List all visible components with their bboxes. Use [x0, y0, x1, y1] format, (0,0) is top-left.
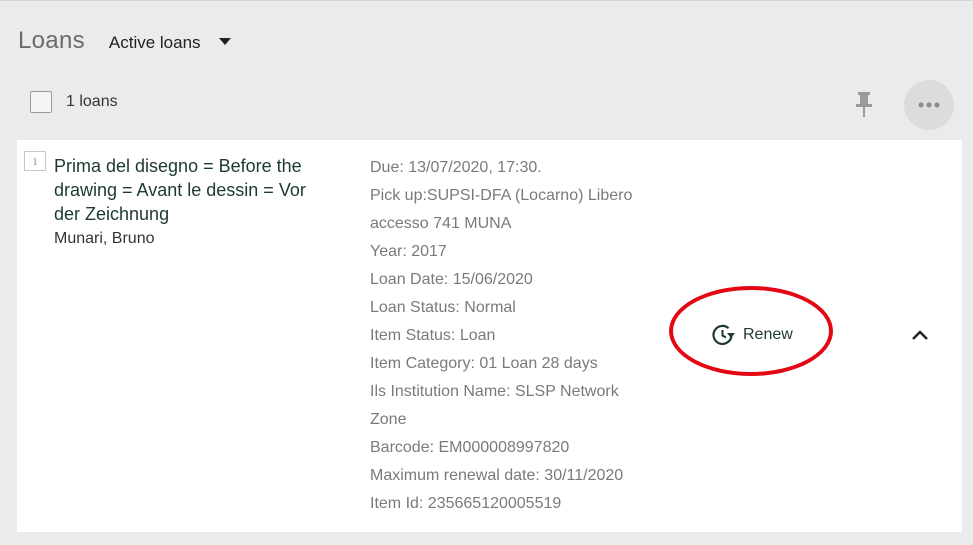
detail-year: Year: 2017	[370, 243, 447, 260]
pin-icon[interactable]	[853, 91, 875, 119]
detail-institution: Ils Institution Name: SLSP Network Zone	[370, 383, 619, 428]
loans-page: Loans Active loans 1 loans 1 Prima del d…	[0, 0, 973, 545]
page-header: Loans Active loans	[18, 27, 231, 55]
more-actions-button[interactable]	[904, 80, 954, 130]
loan-card: 1 Prima del disegno = Before the drawing…	[17, 140, 962, 532]
detail-due: Due: 13/07/2020, 17:30.	[370, 159, 542, 176]
item-index: 1	[24, 151, 46, 171]
detail-barcode: Barcode: EM000008997820	[370, 439, 570, 456]
renew-clock-icon	[712, 324, 735, 345]
loan-title-link[interactable]: Prima del disegno = Before the drawing =…	[54, 154, 329, 226]
detail-item-status: Item Status: Loan	[370, 327, 496, 344]
loans-count: 1 loans	[66, 93, 118, 110]
loan-author: Munari, Bruno	[54, 230, 155, 247]
renew-button[interactable]: Renew	[711, 323, 793, 347]
loan-filter-dropdown[interactable]: Active loans	[109, 33, 231, 53]
detail-item-category: Item Category: 01 Loan 28 days	[370, 355, 598, 372]
filter-label: Active loans	[108, 33, 201, 52]
detail-pickup: Pick up:SUPSI-DFA (Locarno) Libero acces…	[370, 187, 633, 232]
list-toolbar: 1 loans	[30, 91, 118, 113]
renew-label: Renew	[743, 326, 793, 343]
detail-max-renewal: Maximum renewal date: 30/11/2020	[370, 467, 624, 484]
detail-item-id: Item Id: 235665120005519	[370, 495, 562, 512]
detail-loan-status: Loan Status: Normal	[370, 299, 516, 316]
page-title: Loans	[18, 27, 85, 54]
loan-details: Due: 13/07/2020, 17:30. Pick up:SUPSI-DF…	[370, 154, 650, 518]
select-all-checkbox[interactable]	[30, 91, 52, 113]
more-horizontal-icon	[918, 102, 940, 108]
caret-down-icon	[218, 37, 231, 45]
detail-loan-date: Loan Date: 15/06/2020	[370, 271, 533, 288]
chevron-up-icon[interactable]	[910, 327, 930, 343]
